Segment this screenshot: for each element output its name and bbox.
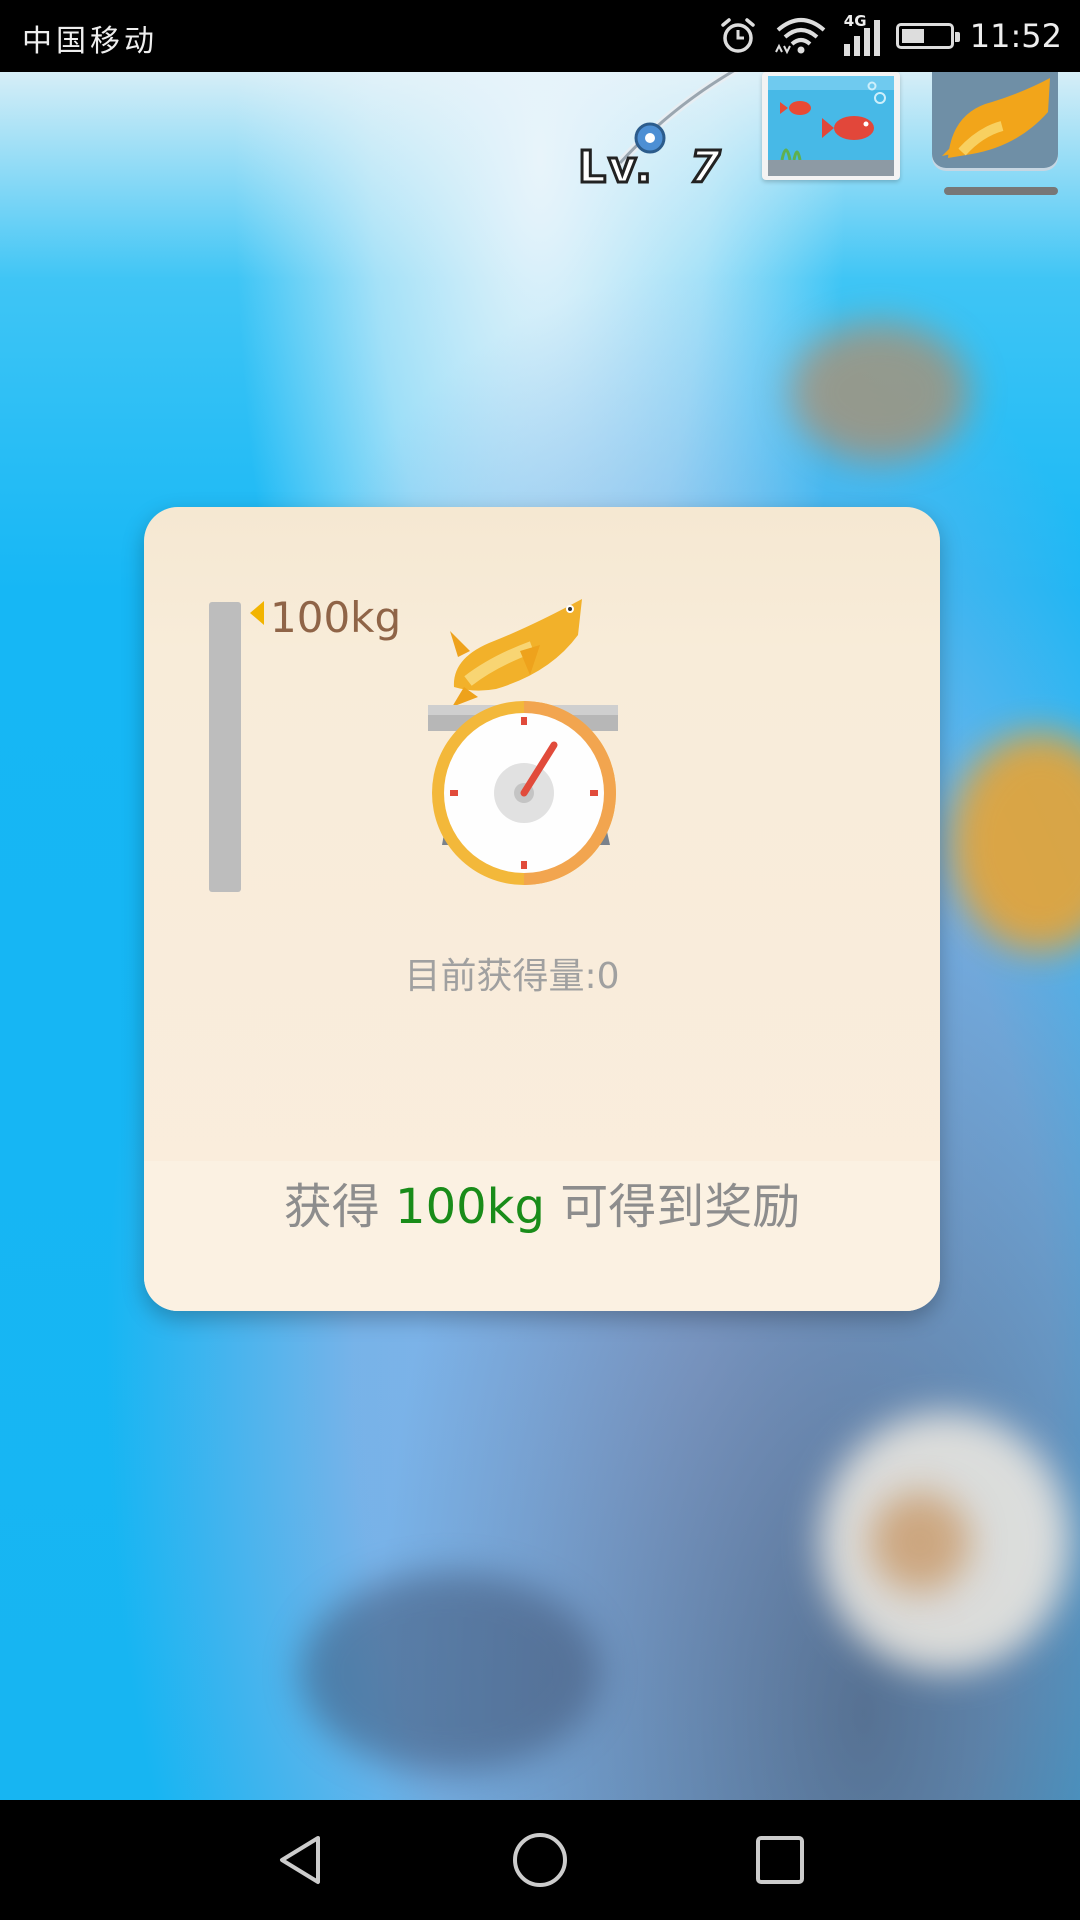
status-icons: 4G 11:52 [718,12,1062,60]
selected-indicator [944,187,1058,195]
back-icon[interactable] [270,1830,330,1890]
blurred-rock [790,322,970,462]
blurred-object [950,732,1080,952]
reward-suffix: 可得到奖励 [560,1179,801,1235]
screen: 中国移动 4G 11:52 Lv. 7 100kg 目前获得量:0 获得 100… [0,0,1080,1920]
level-prefix: Lv. [577,141,654,195]
aquarium-button[interactable] [762,72,900,180]
golden-fish-icon [942,78,1050,158]
level-value: 7 [688,141,723,195]
weight-progress-bar [209,602,241,892]
wifi-icon [774,18,826,55]
signal-icon: 4G [843,12,880,56]
current-weight-label: 目前获得量:0 [404,956,620,997]
clock: 11:52 [969,17,1062,55]
reward-condition-text: 获得 100kg 可得到奖励 [144,1167,940,1237]
status-bar: 中国移动 4G 11:52 [0,0,1080,72]
fish-collection-button[interactable] [932,72,1058,168]
player-level: Lv. 7 [577,141,723,195]
aquarium-icon [768,76,894,176]
reward-amount: 100kg [395,1179,545,1235]
battery-icon [895,23,960,49]
weighing-scale-icon [428,599,618,885]
target-marker-icon [250,601,264,625]
navigation-bar [0,1800,1080,1920]
reward-prefix: 获得 [283,1179,380,1235]
blurred-shadow [300,1572,600,1772]
golden-fish-icon [450,599,582,707]
carrier-name: 中国移动 [22,24,158,59]
weight-goal-dialog: 100kg 目前获得量:0 获得 100kg 可得到奖励 [144,507,940,1311]
alarm-icon [721,18,755,53]
recents-icon[interactable] [750,1830,810,1890]
target-weight-label: 100kg [270,593,402,642]
network-type: 4G [843,12,867,30]
blurred-character-detail [870,1492,970,1592]
home-icon[interactable] [510,1830,570,1890]
